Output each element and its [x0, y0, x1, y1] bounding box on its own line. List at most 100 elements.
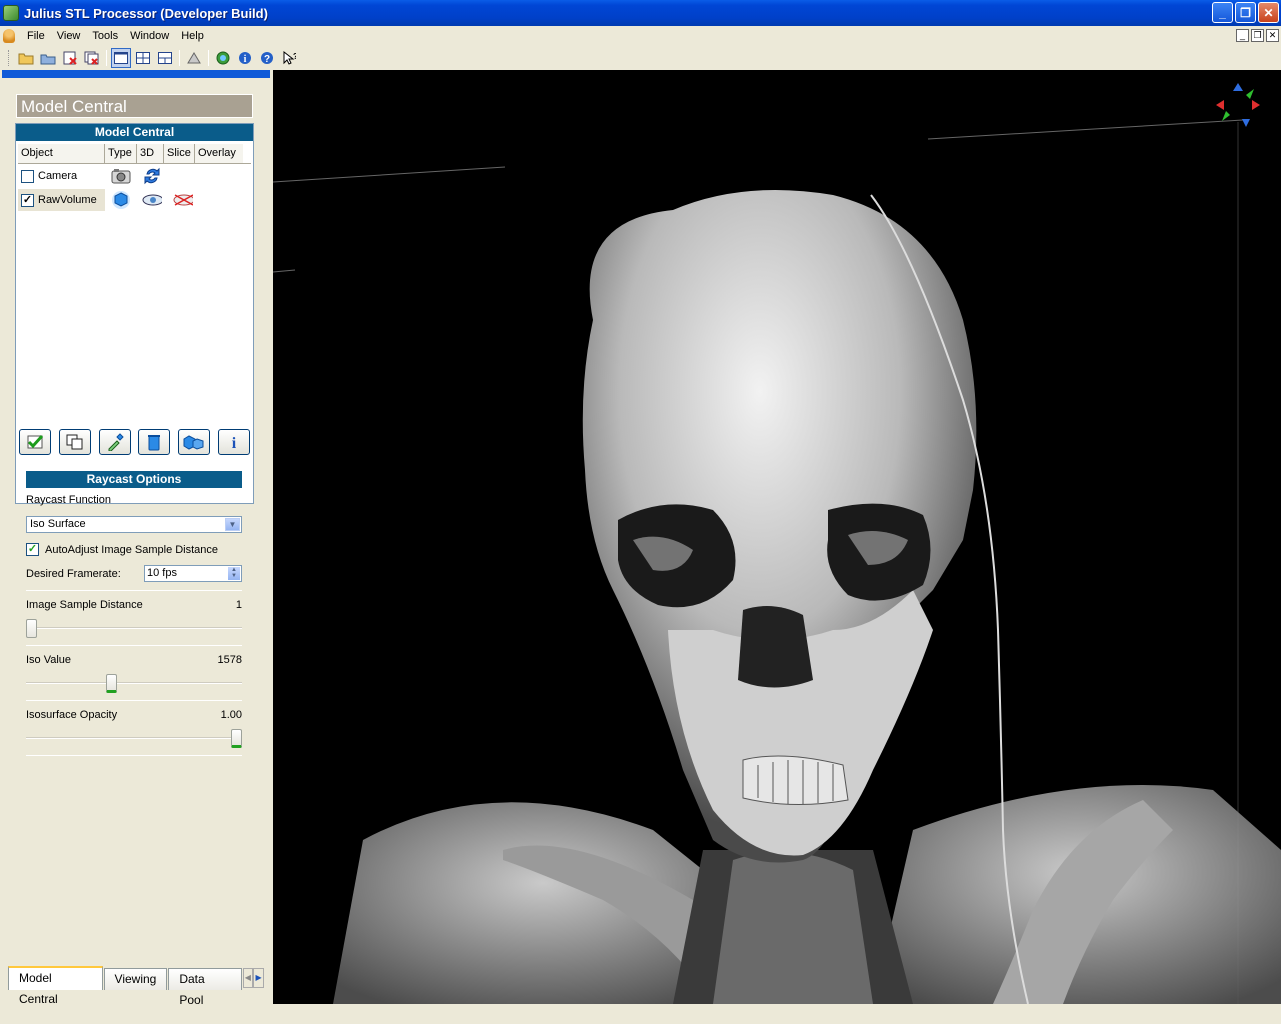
- context-help-icon[interactable]: ?: [279, 48, 299, 68]
- raycast-title: Raycast Options: [26, 471, 242, 488]
- left-panel: Model Central Model Central Object Type …: [2, 70, 270, 1007]
- svg-text:i: i: [244, 54, 247, 65]
- raycast-options: Raycast Options Raycast Function Iso Sur…: [26, 471, 242, 756]
- column-object[interactable]: Object: [18, 144, 105, 163]
- object-table-header: Object Type 3D Slice Overlay: [18, 144, 251, 164]
- framerate-row: Desired Framerate: 10 fps ▲ ▼: [26, 565, 242, 582]
- raycast-function-select[interactable]: Iso Surface ▼: [26, 516, 242, 533]
- network-icon[interactable]: [213, 48, 233, 68]
- column-type[interactable]: Type: [105, 144, 137, 163]
- slice-hidden-icon[interactable]: [173, 191, 193, 209]
- object-name: Camera: [38, 170, 78, 182]
- info-icon[interactable]: i: [235, 48, 255, 68]
- framerate-stepper[interactable]: 10 fps ▲ ▼: [144, 565, 242, 582]
- volume-render: [273, 83, 1281, 1004]
- minimize-button[interactable]: _: [1212, 2, 1233, 23]
- toolbar-grip[interactable]: [8, 50, 11, 66]
- sample-distance-row: Image Sample Distance 1: [26, 599, 242, 611]
- mdi-restore-button[interactable]: ❐: [1251, 29, 1264, 42]
- menu-view[interactable]: View: [51, 30, 87, 42]
- model-central-box: Model Central Object Type 3D Slice Overl…: [15, 123, 254, 504]
- window-title: Julius STL Processor (Developer Build): [24, 5, 268, 21]
- column-3d[interactable]: 3D: [137, 144, 164, 163]
- rawvolume-checkbox[interactable]: ✓: [21, 193, 34, 207]
- open-multiple-icon[interactable]: [38, 48, 58, 68]
- chevron-down-icon[interactable]: ▼: [225, 518, 240, 531]
- framerate-value: 10 fps: [147, 567, 177, 579]
- sample-distance-value: 1: [235, 599, 242, 611]
- sample-distance-label: Image Sample Distance: [26, 599, 143, 611]
- svg-text:?: ?: [293, 52, 296, 61]
- apply-check-button[interactable]: [19, 429, 51, 455]
- svg-text:i: i: [232, 435, 237, 450]
- object-table: Object Type 3D Slice Overlay Camera ✓ Ra…: [18, 144, 251, 428]
- slider-thumb[interactable]: [106, 674, 117, 693]
- app-icon: [3, 5, 19, 21]
- toolbar: i ? ?: [0, 46, 1281, 70]
- menu-tools[interactable]: Tools: [86, 30, 124, 42]
- open-folder-icon[interactable]: [16, 48, 36, 68]
- tab-model-central[interactable]: Model Central: [8, 966, 103, 1006]
- duplicate-button[interactable]: [58, 429, 91, 455]
- svg-text:?: ?: [264, 54, 270, 65]
- status-bar: [0, 1004, 1281, 1024]
- close-document-icon[interactable]: [60, 48, 80, 68]
- framerate-label: Desired Framerate:: [26, 567, 121, 580]
- menu-window[interactable]: Window: [124, 30, 175, 42]
- tab-scroll-left-icon[interactable]: ◀: [242, 968, 254, 988]
- maximize-button[interactable]: ❐: [1235, 2, 1256, 23]
- app-menu-icon[interactable]: [3, 29, 15, 43]
- camera-checkbox[interactable]: [21, 169, 34, 183]
- tab-viewing[interactable]: Viewing: [103, 968, 168, 990]
- object-name: RawVolume: [38, 194, 97, 206]
- 3d-viewport[interactable]: [273, 70, 1281, 1004]
- help-icon[interactable]: ?: [257, 48, 277, 68]
- model-central-title: Model Central: [16, 124, 253, 141]
- panel-accent-bar: [2, 70, 270, 78]
- tab-data-pool[interactable]: Data Pool: [168, 968, 242, 1007]
- close-all-icon[interactable]: [82, 48, 102, 68]
- autoadjust-row: ✓ AutoAdjust Image Sample Distance: [26, 543, 242, 556]
- split-view-icon[interactable]: [155, 48, 175, 68]
- action-bar: i: [18, 429, 251, 459]
- dropper-button[interactable]: [98, 429, 131, 455]
- title-bar: Julius STL Processor (Developer Build) _…: [0, 0, 1281, 26]
- table-row[interactable]: ✓ RawVolume: [18, 188, 251, 212]
- slider-thumb[interactable]: [231, 729, 242, 748]
- column-overlay[interactable]: Overlay: [195, 144, 243, 163]
- iso-value-label: Iso Value: [26, 654, 72, 666]
- table-row[interactable]: Camera: [18, 164, 251, 188]
- autoadjust-label: AutoAdjust Image Sample Distance: [45, 543, 219, 556]
- eye-icon[interactable]: [142, 191, 162, 209]
- render-icon[interactable]: [184, 48, 204, 68]
- delete-button[interactable]: [138, 429, 171, 455]
- volume-cube-icon[interactable]: [111, 191, 131, 209]
- iso-value-slider[interactable]: [26, 672, 242, 694]
- column-slice[interactable]: Slice: [164, 144, 195, 163]
- info-button[interactable]: i: [217, 429, 250, 455]
- camera-icon[interactable]: [111, 167, 131, 185]
- opacity-label: Isosurface Opacity: [26, 709, 118, 721]
- mdi-close-button[interactable]: ✕: [1266, 29, 1279, 42]
- panel-header: Model Central: [16, 94, 253, 118]
- raycast-function-value: Iso Surface: [30, 518, 86, 530]
- sample-distance-slider[interactable]: [26, 617, 242, 639]
- autoadjust-checkbox[interactable]: ✓: [26, 543, 39, 556]
- iso-value-row: Iso Value 1578: [26, 654, 242, 666]
- raycast-function-label: Raycast Function: [26, 494, 111, 506]
- spin-arrows-icon[interactable]: ▲ ▼: [228, 567, 240, 580]
- opacity-slider[interactable]: [26, 727, 242, 749]
- tab-scroll-right-icon[interactable]: ▶: [253, 968, 264, 988]
- menu-bar: File View Tools Window Help _ ❐ ✕: [0, 26, 1281, 46]
- mdi-minimize-button[interactable]: _: [1236, 29, 1249, 42]
- add-volume-button[interactable]: [178, 429, 211, 455]
- left-panel-tabs: Model Central Viewing Data Pool ◀ ▶: [8, 966, 264, 1007]
- close-button[interactable]: ✕: [1258, 2, 1279, 23]
- rotate-arrows-icon[interactable]: [142, 167, 162, 185]
- single-view-icon[interactable]: [111, 48, 131, 68]
- quad-view-icon[interactable]: [133, 48, 153, 68]
- menu-file[interactable]: File: [21, 30, 51, 42]
- opacity-row: Isosurface Opacity 1.00: [26, 709, 242, 721]
- menu-help[interactable]: Help: [175, 30, 210, 42]
- slider-thumb[interactable]: [26, 619, 37, 638]
